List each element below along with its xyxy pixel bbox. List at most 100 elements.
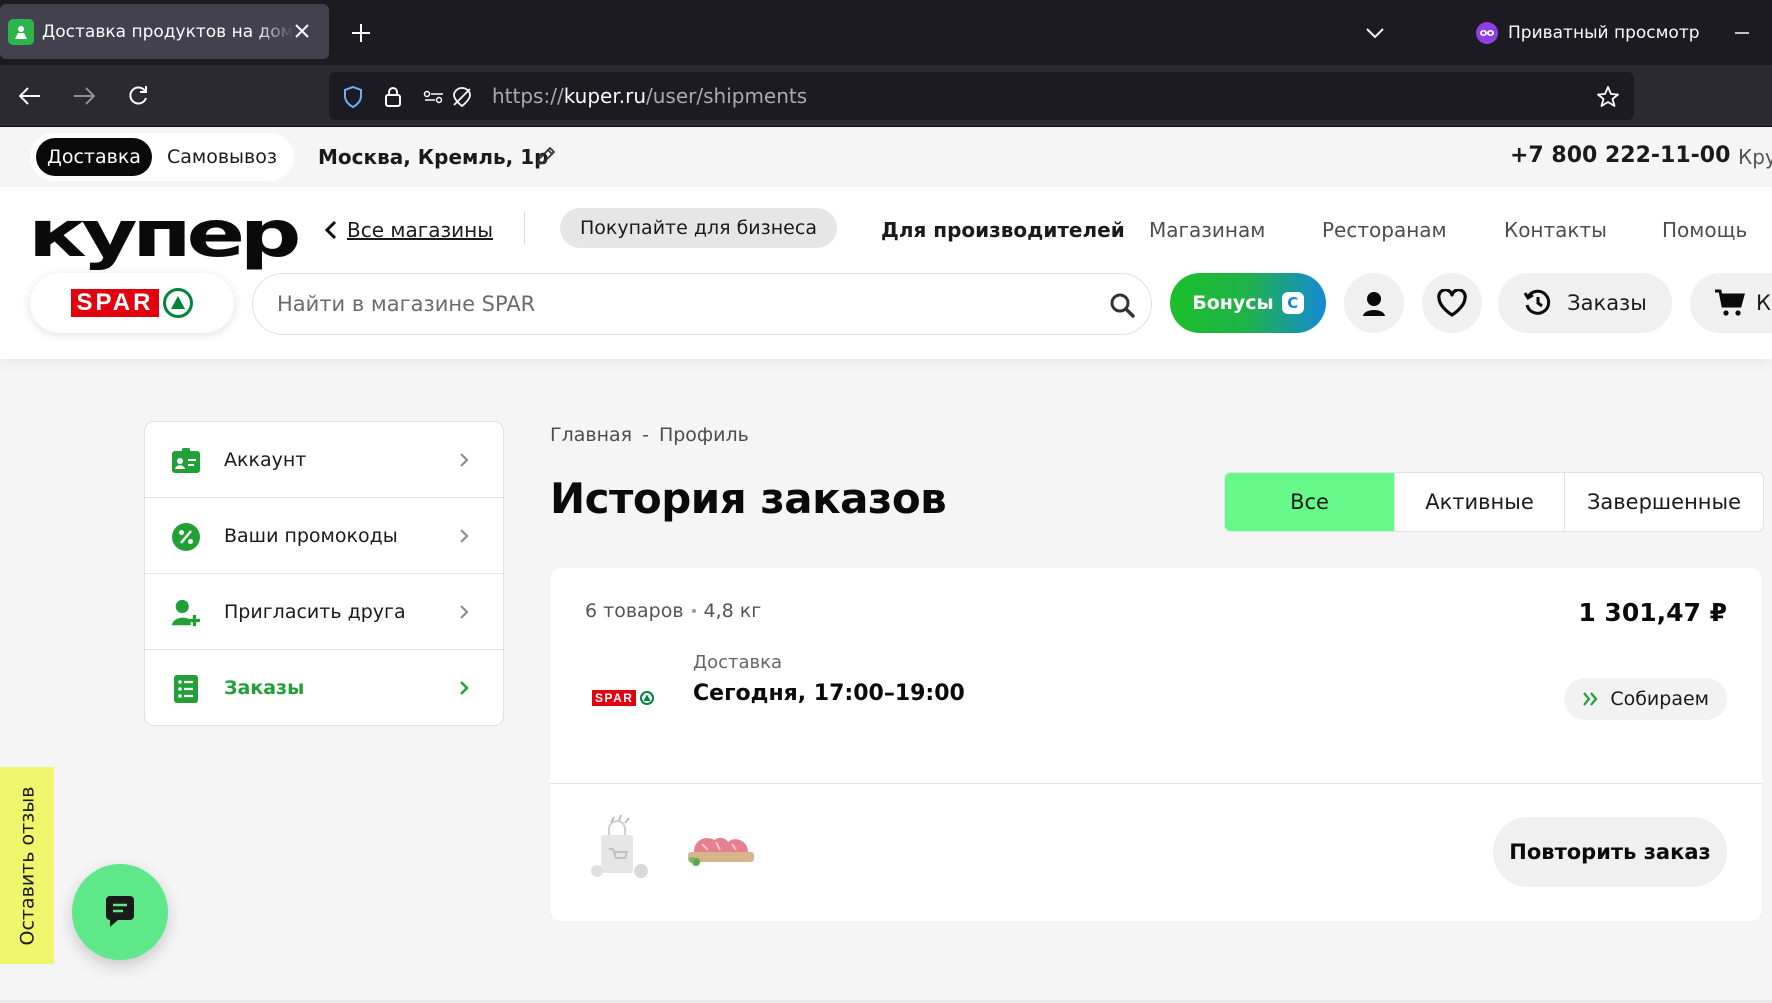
- breadcrumb-separator: -: [642, 424, 649, 446]
- new-tab-plus-icon[interactable]: [346, 18, 376, 48]
- back-arrow-icon[interactable]: [12, 78, 48, 114]
- all-stores-label: Все магазины: [347, 218, 493, 242]
- forward-arrow-icon[interactable]: [66, 78, 102, 114]
- tab-all[interactable]: Все: [1225, 473, 1395, 531]
- account-card-icon: [171, 446, 201, 476]
- history-clock-icon: [1523, 289, 1551, 315]
- feedback-tab[interactable]: Оставить отзыв: [0, 767, 54, 964]
- url-bar[interactable]: https://kuper.ru/user/shipments: [329, 72, 1634, 120]
- breadcrumb-home[interactable]: Главная: [550, 424, 632, 446]
- order-store-logo: SPAR: [592, 690, 655, 706]
- product-thumbnail[interactable]: [684, 813, 758, 883]
- mode-pickup[interactable]: Самовывоз: [156, 138, 288, 176]
- order-meta: 6 товаров 4,8 кг: [585, 600, 761, 622]
- business-button[interactable]: Покупайте для бизнеса: [560, 208, 837, 248]
- sidebar-item-orders[interactable]: Заказы: [145, 650, 503, 725]
- shield-icon[interactable]: [340, 84, 366, 110]
- nav-link-help[interactable]: Помощь: [1662, 218, 1747, 242]
- favorites-button[interactable]: [1422, 273, 1482, 333]
- header-divider: [524, 211, 525, 245]
- mode-delivery[interactable]: Доставка: [36, 138, 152, 176]
- chevron-left-icon: [325, 220, 337, 240]
- sidebar-item-account[interactable]: Аккаунт: [145, 422, 503, 498]
- reload-icon[interactable]: [120, 78, 156, 114]
- chat-bubble-icon: [106, 896, 134, 927]
- profile-button[interactable]: [1344, 273, 1404, 333]
- chevron-right-icon: [455, 450, 473, 470]
- kuper-logo[interactable]: купер: [28, 203, 301, 267]
- nav-link-producers[interactable]: Для производителей: [881, 218, 1125, 242]
- permissions-icon[interactable]: [421, 84, 447, 110]
- bookmark-star-icon[interactable]: [1594, 83, 1622, 111]
- chevron-down-icon[interactable]: [1358, 18, 1392, 48]
- cart-button[interactable]: К: [1690, 273, 1772, 333]
- chevron-right-icon: [455, 678, 473, 698]
- breadcrumb-profile[interactable]: Профиль: [659, 424, 749, 446]
- site-header: купер Все магазины Покупайте для бизнеса…: [0, 187, 1772, 359]
- sidebar-item-label: Аккаунт: [224, 448, 307, 471]
- status-label: Собираем: [1610, 688, 1709, 710]
- sidebar-item-invite[interactable]: Пригласить друга: [145, 574, 503, 650]
- support-phone[interactable]: +7 800 222-11-00: [1510, 143, 1730, 168]
- chat-button[interactable]: [72, 864, 168, 960]
- spar-logo: SPAR: [70, 288, 194, 318]
- order-filter-tabs: Все Активные Завершенные: [1224, 472, 1764, 532]
- url-text[interactable]: https://kuper.ru/user/shipments: [492, 84, 807, 108]
- meat-product-image: [688, 837, 754, 866]
- double-chevron-right-icon: [1583, 692, 1598, 706]
- user-avatar-icon: [1363, 292, 1385, 316]
- delivery-time: Сегодня, 17:00–19:00: [693, 681, 965, 706]
- site-top-strip: Доставка Самовывоз Москва, Кремль, 1р +7…: [0, 127, 1772, 187]
- delivery-address[interactable]: Москва, Кремль, 1р: [318, 145, 548, 169]
- site-favicon-icon: [8, 18, 34, 45]
- nav-link-restaurants[interactable]: Ресторанам: [1322, 218, 1447, 242]
- tab-completed[interactable]: Завершенные: [1565, 473, 1763, 531]
- support-hours-text: Кру: [1738, 145, 1772, 169]
- sidebar-item-label: Заказы: [224, 677, 305, 699]
- chevron-right-icon: [455, 526, 473, 546]
- tab-active[interactable]: Активные: [1395, 473, 1565, 531]
- meta-separator-dot: [691, 609, 696, 613]
- order-weight: 4,8 кг: [703, 600, 762, 622]
- search-input[interactable]: [277, 274, 1077, 334]
- sidebar-item-label: Пригласить друга: [224, 600, 406, 623]
- order-card[interactable]: 6 товаров 4,8 кг 1 301,47 ₽ SPAR Доставк…: [550, 568, 1762, 921]
- cart-label: К: [1756, 291, 1771, 315]
- browser-tab[interactable]: Доставка продуктов на дом, ед: [0, 4, 329, 59]
- private-mask-icon: [1476, 22, 1498, 44]
- percent-icon: [171, 522, 201, 552]
- nav-link-contacts[interactable]: Контакты: [1504, 218, 1607, 242]
- sidebar-item-label: Ваши промокоды: [224, 524, 398, 547]
- bonus-label: Бонусы: [1192, 292, 1274, 314]
- search-icon[interactable]: [1107, 290, 1137, 320]
- heart-icon: [1437, 289, 1467, 317]
- bonus-button[interactable]: Бонусы С: [1170, 273, 1326, 333]
- spar-tree-icon: [163, 288, 194, 318]
- close-tab-icon[interactable]: [289, 18, 315, 44]
- order-divider: [550, 783, 1762, 784]
- orders-list-icon: [171, 674, 201, 704]
- minimize-icon[interactable]: [1726, 18, 1758, 48]
- chevron-right-icon: [455, 602, 473, 622]
- delivery-mode-toggle: Доставка Самовывоз: [30, 133, 294, 181]
- orders-label: Заказы: [1567, 291, 1647, 315]
- delivery-type-label: Доставка: [693, 652, 782, 673]
- feedback-label: Оставить отзыв: [16, 786, 38, 945]
- orders-button[interactable]: Заказы: [1498, 273, 1672, 333]
- repeat-order-button[interactable]: Повторить заказ: [1493, 817, 1727, 887]
- pencil-edit-icon[interactable]: [532, 142, 560, 170]
- profile-side-menu: Аккаунт Ваши промокоды Пригласить друга …: [144, 421, 504, 726]
- nav-link-shops[interactable]: Магазинам: [1149, 218, 1265, 242]
- page-title: История заказов: [550, 474, 947, 523]
- invite-user-icon: [171, 598, 201, 628]
- order-price: 1 301,47 ₽: [1578, 598, 1727, 627]
- product-thumbnail[interactable]: [585, 813, 655, 883]
- search-bar: [252, 273, 1152, 335]
- lock-icon[interactable]: [380, 84, 406, 110]
- private-label: Приватный просмотр: [1508, 23, 1700, 43]
- sidebar-item-promocodes[interactable]: Ваши промокоды: [145, 498, 503, 574]
- browser-tab-bar: Доставка продуктов на дом, ед Приватный …: [0, 0, 1772, 65]
- tracking-off-icon[interactable]: [449, 84, 475, 110]
- all-stores-link[interactable]: Все магазины: [325, 218, 493, 242]
- current-store-badge[interactable]: SPAR: [30, 273, 234, 333]
